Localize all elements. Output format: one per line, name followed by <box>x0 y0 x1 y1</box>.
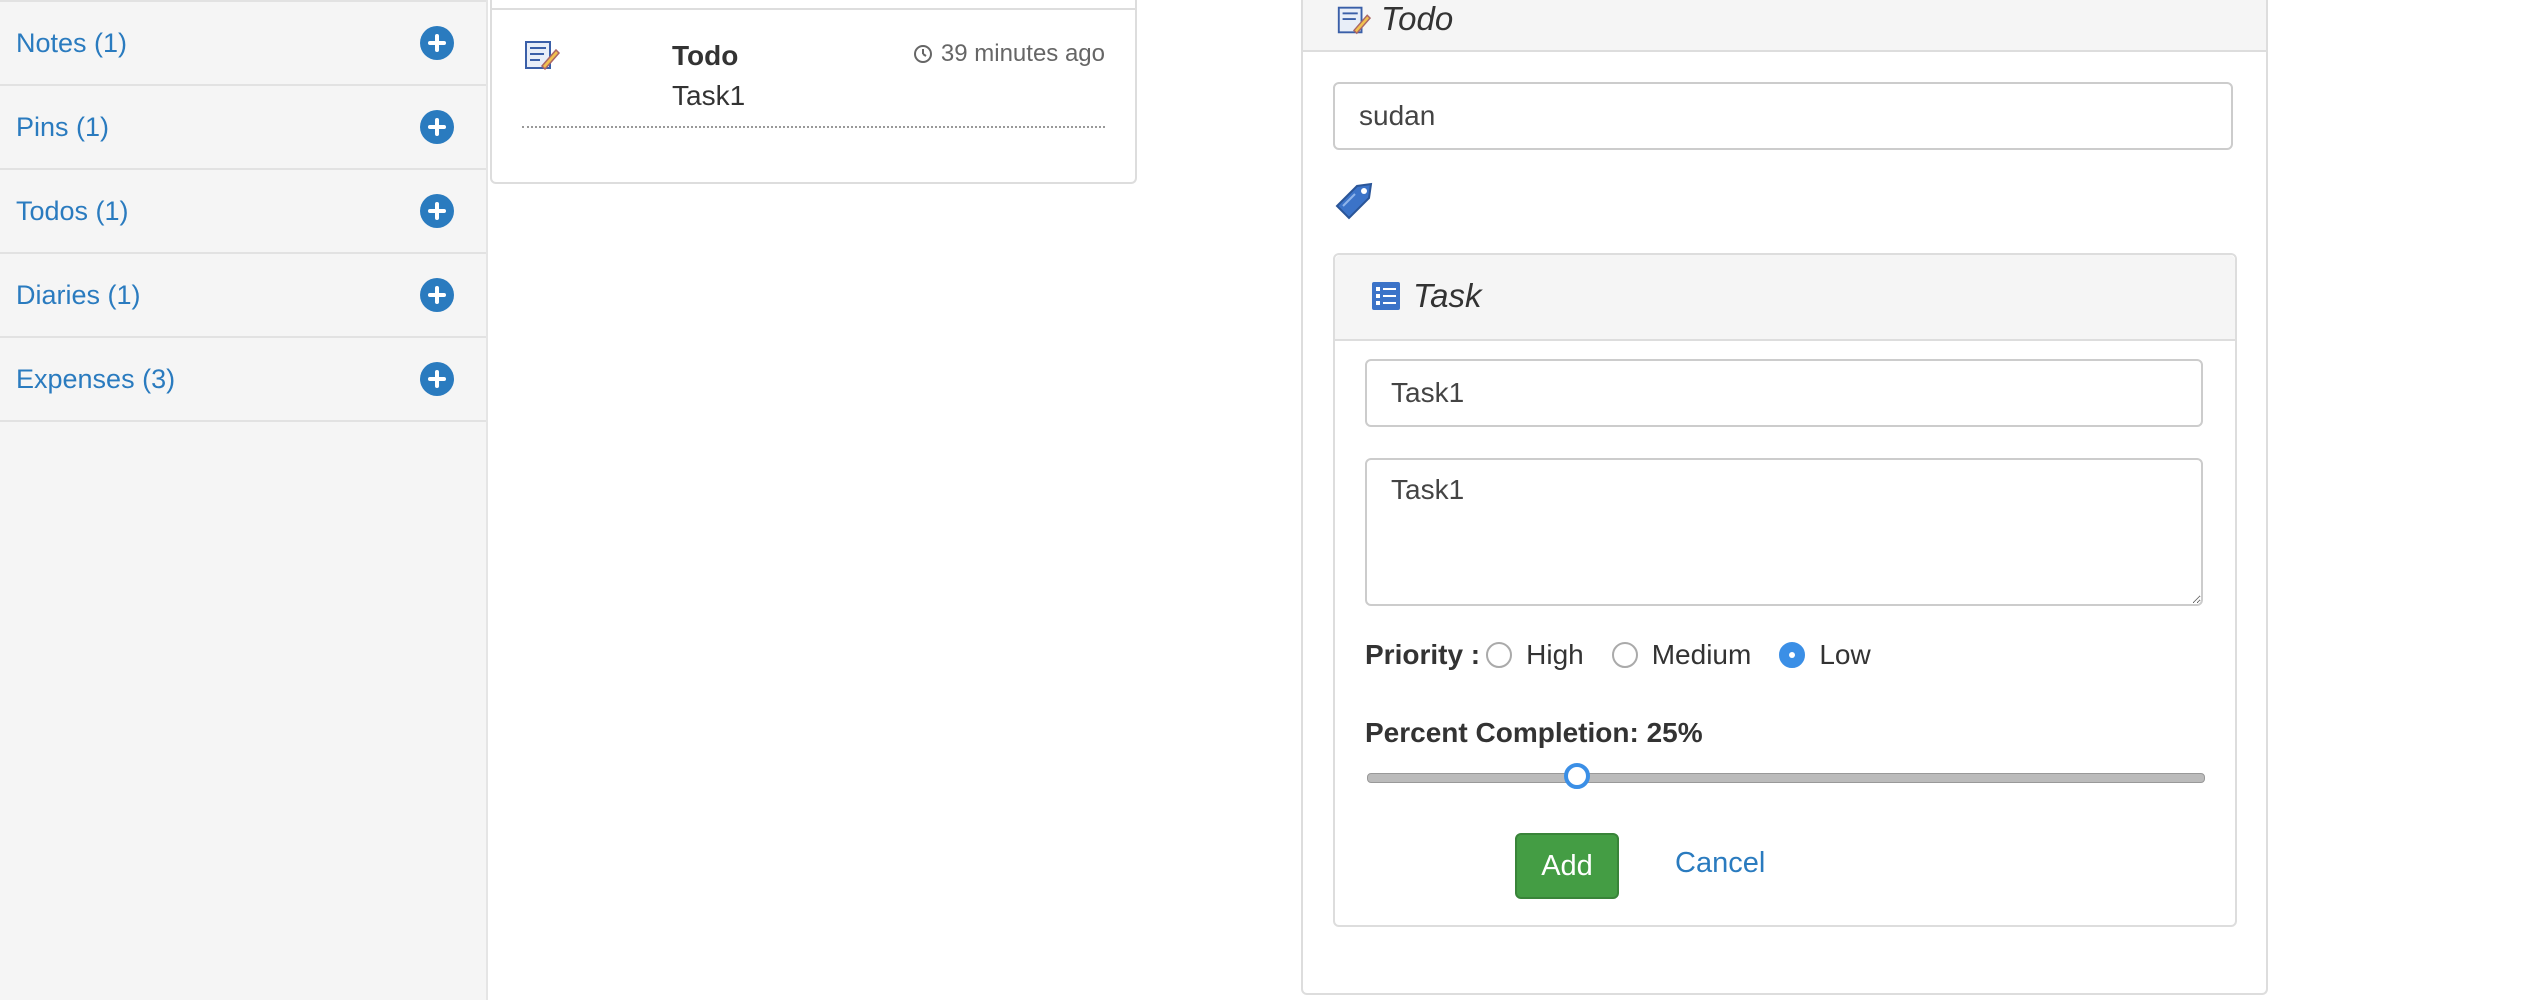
cancel-link[interactable]: Cancel <box>1675 847 1765 880</box>
sidebar-item-label[interactable]: Pins (1) <box>16 112 109 143</box>
todo-icon <box>525 41 560 71</box>
sidebar-item-diaries[interactable]: Diaries (1) <box>0 254 486 338</box>
priority-medium-label[interactable]: Medium <box>1652 639 1752 671</box>
title-input[interactable] <box>1333 82 2233 150</box>
sidebar-item-notes[interactable]: Notes (1) <box>0 0 486 86</box>
task-name-input[interactable] <box>1365 359 2203 427</box>
sidebar-item-label[interactable]: Expenses (3) <box>16 364 175 395</box>
priority-medium-radio[interactable] <box>1611 642 1638 668</box>
todo-icon <box>1337 6 1371 35</box>
plus-circle-icon[interactable] <box>420 278 454 312</box>
priority-high-label[interactable]: High <box>1526 639 1584 671</box>
entry-list-panel: Todo Task1 39 minutes ago <box>490 0 1137 184</box>
plus-circle-icon[interactable] <box>420 362 454 396</box>
clock-icon <box>913 45 932 63</box>
priority-high-radio[interactable] <box>1486 642 1513 668</box>
priority-group: Priority : High Medium Low <box>1365 635 1899 675</box>
tag-icon[interactable] <box>1333 180 1375 222</box>
item-title: Todo <box>672 40 739 71</box>
task-title: Task <box>1413 277 1482 314</box>
panel-title: Todo <box>1381 0 1454 37</box>
todo-form-panel: Todo Task Task1 Priority : High <box>1301 0 2268 995</box>
task-description-textarea[interactable]: Task1 <box>1365 458 2203 606</box>
sidebar-item-todos[interactable]: Todos (1) <box>0 170 486 254</box>
priority-low-radio[interactable] <box>1779 642 1806 668</box>
sidebar-item-expenses[interactable]: Expenses (3) <box>0 338 486 422</box>
sidebar-item-label[interactable]: Diaries (1) <box>16 280 141 311</box>
plus-circle-icon[interactable] <box>420 26 454 60</box>
plus-circle-icon[interactable] <box>420 110 454 144</box>
item-time-text: 39 minutes ago <box>940 40 1105 67</box>
slider-thumb[interactable] <box>1564 763 1590 789</box>
task-header: Task <box>1335 255 2235 341</box>
item-timestamp: 39 minutes ago <box>913 40 1105 68</box>
plus-circle-icon[interactable] <box>420 194 454 228</box>
list-item[interactable]: Todo Task1 39 minutes ago <box>522 10 1105 128</box>
priority-low-label[interactable]: Low <box>1819 639 1870 671</box>
sidebar-item-label[interactable]: Todos (1) <box>16 196 129 227</box>
percent-completion-label: Percent Completion: 25% <box>1365 717 1703 748</box>
task-list-icon <box>1372 282 1400 310</box>
sidebar-item-label[interactable]: Notes (1) <box>16 28 127 59</box>
percent-completion-slider[interactable] <box>1367 763 2205 789</box>
add-button[interactable]: Add <box>1515 833 1619 899</box>
sidebar-item-pins[interactable]: Pins (1) <box>0 86 486 170</box>
sidebar: Notes (1) Pins (1) Todos (1) Diaries (1)… <box>0 0 488 1000</box>
task-box: Task Task1 Priority : High Medium Low Pe… <box>1333 253 2237 927</box>
panel-header: Todo <box>1303 0 2266 52</box>
item-text: Task1 <box>672 80 746 111</box>
priority-label: Priority : <box>1365 639 1481 670</box>
